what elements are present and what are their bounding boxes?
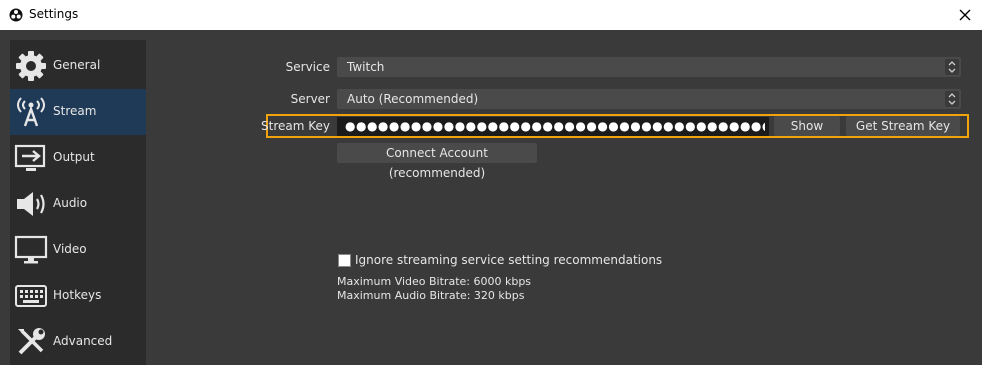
server-select[interactable]: Auto (Recommended) [337,89,961,109]
ignore-recommendations-label[interactable]: Ignore streaming service setting recomme… [355,253,662,267]
sidebar-item-label: Audio [53,196,88,210]
connect-account-button[interactable]: Connect Account (recommended) [337,143,537,180]
ignore-recommendations-checkbox[interactable] [338,254,351,267]
server-label: Server [290,92,330,106]
settings-sidebar: General Stream Output Audio Video Hotkey… [10,40,146,365]
service-label: Service [285,60,330,74]
window-title: Settings [29,7,79,21]
sidebar-item-stream[interactable]: Stream [10,89,146,135]
sidebar-item-label: Advanced [53,334,113,348]
server-value: Auto (Recommended) [347,92,479,106]
max-audio-bitrate: Maximum Audio Bitrate: 320 kbps [337,289,525,302]
output-icon [14,144,46,171]
sidebar-item-label: Hotkeys [53,288,102,302]
monitor-icon [14,235,48,264]
sidebar-item-general[interactable]: General [10,43,146,89]
title-bar: Settings [0,0,982,30]
sidebar-item-audio[interactable]: Audio [10,181,146,227]
show-key-button[interactable]: Show [774,116,840,136]
sidebar-item-label: Video [53,242,87,256]
gear-icon [16,51,46,81]
sidebar-item-output[interactable]: Output [10,135,146,181]
sidebar-item-label: Stream [53,104,97,118]
sidebar-item-label: General [53,58,101,72]
stream-key-input[interactable]: ●●●●●●●●●●●●●●●●●●●●●●●●●●●●●●●●●●●●●●●●… [337,117,769,136]
obs-logo-icon [9,8,23,22]
spinner-arrows-icon [945,91,959,107]
stream-key-masked-value: ●●●●●●●●●●●●●●●●●●●●●●●●●●●●●●●●●●●●●●●●… [345,119,765,133]
max-video-bitrate: Maximum Video Bitrate: 6000 kbps [337,275,532,288]
stream-key-label: Stream Key [261,119,330,133]
spinner-arrows-icon [945,59,959,75]
close-icon[interactable] [955,5,975,25]
get-stream-key-button[interactable]: Get Stream Key [846,116,960,136]
sidebar-item-advanced[interactable]: Advanced [10,319,146,365]
sidebar-item-label: Output [53,150,95,164]
speaker-icon [17,192,45,216]
service-select[interactable]: Twitch [337,57,961,77]
antenna-icon [17,97,45,127]
sidebar-item-video[interactable]: Video [10,227,146,273]
keyboard-icon [15,285,47,307]
service-value: Twitch [347,60,385,74]
tools-icon [18,328,45,355]
sidebar-item-hotkeys[interactable]: Hotkeys [10,273,146,319]
